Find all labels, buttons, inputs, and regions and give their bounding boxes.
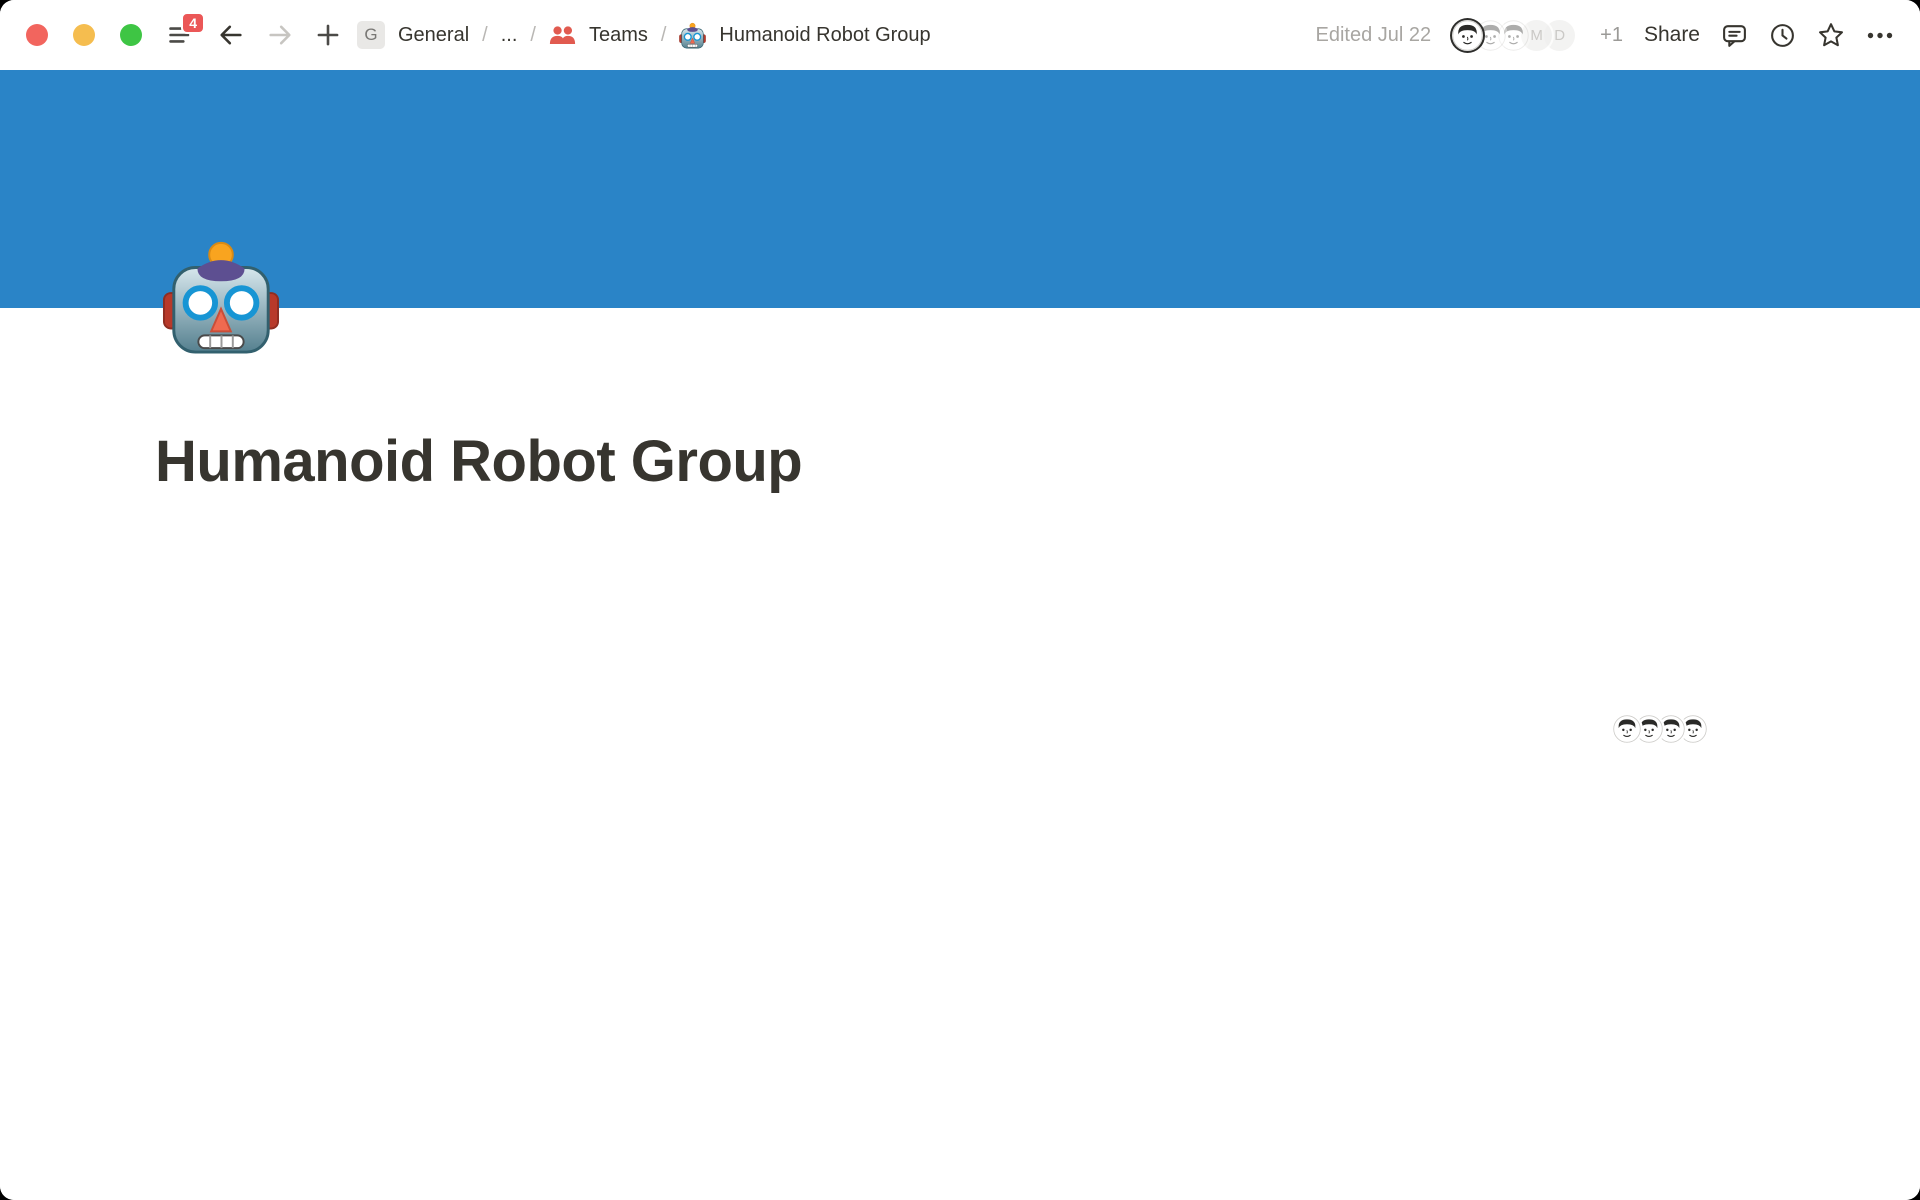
title-bar: 4 G General / ... / Teams / Humanoid bbox=[0, 0, 1920, 70]
breadcrumb-workspace[interactable]: General bbox=[398, 24, 469, 47]
page-title[interactable]: Humanoid Robot Group bbox=[155, 428, 802, 495]
clock-icon bbox=[1769, 22, 1796, 49]
updates-button[interactable] bbox=[1769, 22, 1796, 49]
collaborator-avatars[interactable]: M D bbox=[1452, 20, 1575, 51]
comments-button[interactable] bbox=[1721, 22, 1748, 49]
forward-button[interactable] bbox=[266, 21, 294, 49]
maximize-button[interactable] bbox=[120, 24, 142, 46]
breadcrumb-separator: / bbox=[530, 24, 536, 47]
avatar bbox=[1613, 715, 1641, 743]
page-cover[interactable] bbox=[0, 70, 1920, 308]
arrow-left-icon bbox=[217, 21, 245, 49]
breadcrumb-page[interactable]: Humanoid Robot Group bbox=[719, 24, 930, 47]
breadcrumb-separator: / bbox=[482, 24, 488, 47]
app-window: 4 G General / ... / Teams / Humanoid bbox=[0, 0, 1920, 1200]
back-button[interactable] bbox=[217, 21, 245, 49]
breadcrumb-collapsed[interactable]: ... bbox=[501, 24, 518, 47]
arrow-right-icon bbox=[266, 21, 294, 49]
minimize-button[interactable] bbox=[73, 24, 95, 46]
teams-people-icon bbox=[549, 24, 576, 46]
new-tab-button[interactable] bbox=[315, 22, 341, 48]
page-icon-robot[interactable] bbox=[162, 238, 280, 356]
workspace-chip[interactable]: G bbox=[357, 21, 385, 49]
ellipsis-icon bbox=[1866, 31, 1894, 40]
avatar-overflow-count[interactable]: +1 bbox=[1600, 24, 1623, 47]
sidebar-toggle-button[interactable]: 4 bbox=[166, 20, 196, 50]
traffic-lights bbox=[26, 24, 142, 46]
breadcrumb: G General / ... / Teams / Humanoid Robot… bbox=[357, 21, 931, 49]
avatar[interactable] bbox=[1452, 20, 1483, 51]
comment-bubble-icon bbox=[1721, 22, 1748, 49]
breadcrumb-teams[interactable]: Teams bbox=[589, 24, 648, 47]
edited-timestamp: Edited Jul 22 bbox=[1316, 24, 1432, 47]
breadcrumb-separator: / bbox=[661, 24, 667, 47]
favorite-button[interactable] bbox=[1817, 21, 1845, 49]
robot-emoji-icon bbox=[679, 22, 706, 49]
star-icon bbox=[1817, 21, 1845, 49]
plus-icon bbox=[315, 22, 341, 48]
notification-badge: 4 bbox=[181, 12, 205, 34]
close-button[interactable] bbox=[26, 24, 48, 46]
more-options-button[interactable] bbox=[1866, 31, 1894, 40]
nav-controls: 4 bbox=[166, 20, 341, 50]
share-button[interactable]: Share bbox=[1644, 23, 1700, 47]
header-actions: Edited Jul 22 M D +1 Share bbox=[1316, 20, 1895, 51]
